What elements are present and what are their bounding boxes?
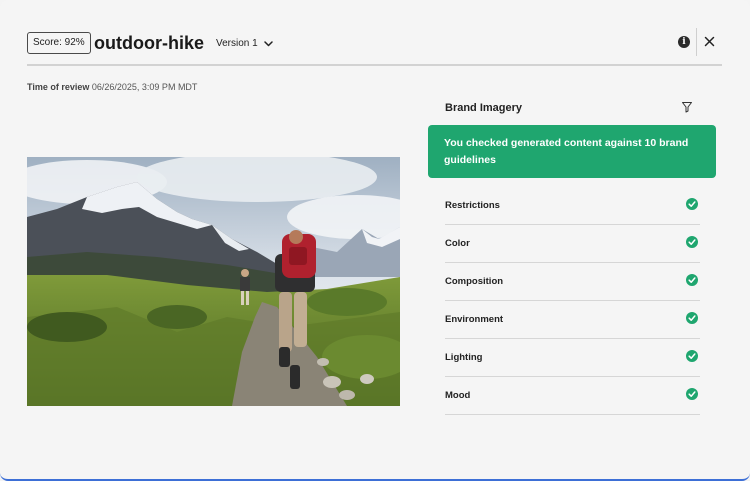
dialog-header: Score: 92% outdoor-hike Version 1 i	[27, 26, 722, 66]
check-circle-icon	[686, 198, 698, 210]
guideline-row-color[interactable]: Color	[445, 225, 700, 263]
info-icon[interactable]: i	[678, 36, 690, 48]
guideline-label: Composition	[445, 276, 504, 287]
guideline-row-lighting[interactable]: Lighting	[445, 339, 700, 377]
review-time: Time of review 06/26/2025, 3:09 PM MDT	[27, 81, 197, 93]
filter-icon[interactable]	[681, 101, 693, 113]
score-badge: Score: 92%	[27, 32, 91, 54]
guideline-row-composition[interactable]: Composition	[445, 263, 700, 301]
header-divider	[696, 28, 697, 56]
asset-title: outdoor-hike	[94, 33, 204, 53]
chevron-down-icon	[263, 41, 273, 47]
close-icon[interactable]	[703, 35, 716, 48]
guideline-row-mood[interactable]: Mood	[445, 377, 700, 415]
check-circle-icon	[686, 388, 698, 400]
guideline-row-environment[interactable]: Environment	[445, 301, 700, 339]
preview-image	[27, 157, 400, 406]
guideline-label: Mood	[445, 390, 471, 401]
summary-banner: You checked generated content against 10…	[428, 125, 716, 178]
guideline-row-restrictions[interactable]: Restrictions	[445, 187, 700, 225]
check-circle-icon	[686, 312, 698, 324]
guideline-label: Restrictions	[445, 200, 500, 211]
review-dialog: Score: 92% outdoor-hike Version 1 i Time…	[0, 0, 750, 481]
version-label: Version 1	[216, 38, 258, 49]
guideline-label: Color	[445, 238, 470, 249]
guideline-label: Environment	[445, 314, 504, 325]
guideline-label: Lighting	[445, 352, 483, 363]
panel-title: Brand Imagery	[445, 102, 523, 114]
check-circle-icon	[686, 274, 698, 286]
review-time-label: Time of review	[27, 82, 90, 92]
check-circle-icon	[686, 350, 698, 362]
version-picker[interactable]: Version 1	[216, 35, 273, 53]
review-time-value: 06/26/2025, 3:09 PM MDT	[91, 82, 198, 92]
check-circle-icon	[686, 236, 698, 248]
guideline-list: Restrictions Color Composition Environme…	[445, 187, 700, 415]
